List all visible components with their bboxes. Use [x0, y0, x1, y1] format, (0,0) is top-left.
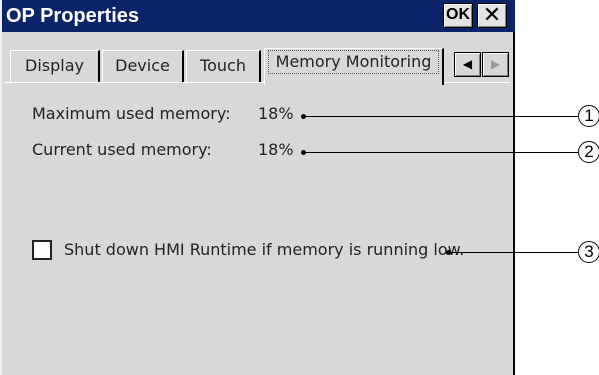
- callout-1-line: [304, 116, 578, 117]
- tab-strip: Display Device Touch Memory Monitoring: [2, 32, 515, 85]
- callout-1-badge: 1: [578, 105, 599, 127]
- close-button[interactable]: ✕: [477, 3, 507, 28]
- tab-touch[interactable]: Touch: [186, 50, 261, 82]
- op-properties-window: OP Properties OK ✕ Display Device Touch …: [0, 0, 515, 375]
- callout-2-badge: 2: [578, 141, 599, 163]
- max-memory-value: 18%: [258, 104, 294, 123]
- current-memory-label: Current used memory:: [32, 140, 212, 159]
- callout-3-line: [449, 252, 578, 253]
- callout-3-badge: 3: [578, 241, 599, 263]
- shutdown-checkbox[interactable]: [32, 240, 52, 260]
- max-memory-label: Maximum used memory:: [32, 104, 231, 123]
- tab-memory-monitoring[interactable]: Memory Monitoring: [264, 48, 444, 85]
- window-title: OP Properties: [6, 5, 140, 27]
- ok-button[interactable]: OK: [443, 3, 473, 28]
- tab-memory-monitoring-label: Memory Monitoring: [267, 50, 440, 74]
- current-memory-value: 18%: [258, 140, 294, 159]
- tab-scroll-right-icon[interactable]: ▶: [482, 52, 509, 77]
- shutdown-label[interactable]: Shut down HMI Runtime if memory is runni…: [64, 240, 464, 260]
- tab-scroll-left-icon[interactable]: ◀: [454, 52, 481, 77]
- title-bar: OP Properties OK ✕: [2, 0, 515, 32]
- callout-2-line: [304, 152, 578, 153]
- tab-display[interactable]: Display: [10, 50, 100, 82]
- tab-scroll-arrows: ◀ ▶: [454, 52, 510, 77]
- tab-device[interactable]: Device: [102, 50, 184, 82]
